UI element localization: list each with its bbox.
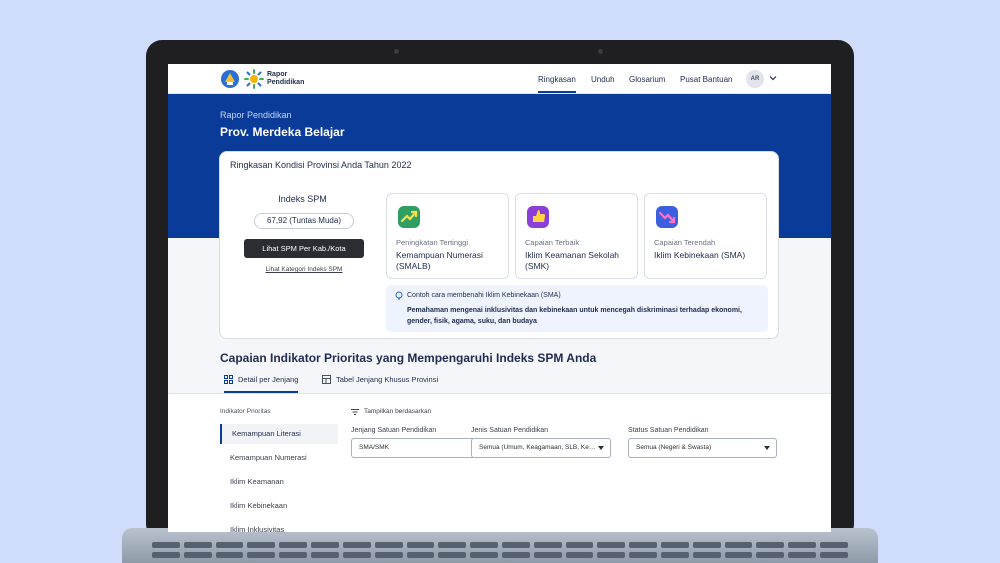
view-spm-per-city-button[interactable]: Lihat SPM Per Kab./Kota	[244, 239, 364, 258]
sidebar-item-kebinekaan[interactable]: Iklim Kebinekaan	[220, 496, 338, 516]
stat-value: Kemampuan Numerasi (SMALB)	[396, 250, 483, 271]
ministry-emblem-icon	[221, 70, 239, 88]
caret-down-icon	[598, 446, 604, 450]
sidebar-heading: Indikator Prioritas	[220, 408, 271, 415]
stat-label: Capaian Terendah	[654, 238, 716, 247]
tip-body: Pemahaman mengenai inklusivitas dan kebi…	[407, 307, 742, 325]
stat-label: Peningkatan Tertinggi	[396, 238, 468, 247]
page-title: Prov. Merdeka Belajar	[220, 125, 345, 139]
spm-label: Indeks SPM	[278, 194, 327, 204]
nav-pusat-bantuan[interactable]: Pusat Bantuan	[680, 75, 732, 84]
stat-card-best-achievement[interactable]: Capaian Terbaik Iklim Keamanan Sekolah (…	[515, 193, 638, 279]
lightbulb-icon	[395, 291, 403, 300]
sidebar-item-literasi[interactable]: Kemampuan Literasi	[220, 424, 338, 444]
sensor-dot	[598, 49, 603, 54]
summary-card: Ringkasan Kondisi Provinsi Anda Tahun 20…	[219, 151, 779, 339]
hero-subtitle: Rapor Pendidikan	[220, 110, 292, 120]
tab-label: Tabel Jenjang Khusus Provinsi	[336, 375, 439, 384]
chevron-down-icon[interactable]	[769, 74, 777, 82]
sidebar-item-inklusivitas[interactable]: Iklim Inklusivitas	[220, 520, 338, 532]
sensor-dot	[394, 49, 399, 54]
filter-heading-label: Tampilkan berdasarkan	[364, 408, 432, 415]
spm-category-link[interactable]: Lihat Kategori Indeks SPM	[220, 266, 388, 273]
select-value: Semua (Umum, Keagamaan, SLB, Kes…	[479, 444, 597, 451]
rapor-sun-logo-icon	[244, 69, 264, 89]
top-navbar: Rapor Pendidikan Ringkasan Unduh Glosari…	[168, 64, 831, 94]
stat-value: Iklim Kebinekaan (SMA)	[654, 250, 746, 260]
tab-tabel-jenjang[interactable]: Tabel Jenjang Khusus Provinsi	[322, 375, 438, 393]
select-value: SMA/SMK	[359, 444, 389, 451]
stat-value: Iklim Keamanan Sekolah (SMK)	[525, 250, 620, 271]
chart-up-icon	[398, 206, 420, 228]
stat-label: Capaian Terbaik	[525, 238, 580, 247]
app-screen: Rapor Pendidikan Ringkasan Unduh Glosari…	[168, 64, 831, 532]
laptop-keyboard	[122, 528, 878, 563]
stat-card-lowest-achievement[interactable]: Capaian Terendah Iklim Kebinekaan (SMA)	[644, 193, 767, 279]
nav-glosarium[interactable]: Glosarium	[629, 75, 665, 84]
caret-down-icon	[764, 446, 770, 450]
nav-ringkasan[interactable]: Ringkasan	[538, 75, 576, 93]
sidebar-item-numerasi[interactable]: Kemampuan Numerasi	[220, 448, 338, 468]
logo-text-line: Rapor	[267, 71, 288, 78]
user-avatar[interactable]: AR	[746, 70, 764, 88]
nav-unduh[interactable]: Unduh	[591, 75, 615, 84]
indicator-content: Indikator Prioritas Kemampuan Literasi K…	[168, 394, 831, 532]
chart-down-icon	[656, 206, 678, 228]
jenjang-select[interactable]: SMA/SMK	[351, 438, 491, 458]
status-label: Status Satuan Pendidikan	[628, 427, 709, 434]
sidebar-item-keamanan[interactable]: Iklim Keamanan	[220, 472, 338, 492]
thumbs-up-icon	[527, 206, 549, 228]
spm-value-badge: 67,92 (Tuntas Muda)	[254, 213, 354, 229]
section-title: Capaian Indikator Prioritas yang Mempeng…	[220, 351, 597, 365]
tab-label: Detail per Jenjang	[238, 375, 299, 384]
summary-title: Ringkasan Kondisi Provinsi Anda Tahun 20…	[230, 160, 412, 170]
tip-title: Contoh cara membenahi Iklim Kebinekaan (…	[407, 292, 561, 299]
jenis-select[interactable]: Semua (Umum, Keagamaan, SLB, Kes…	[471, 438, 611, 458]
logo-wordmark[interactable]: Rapor Pendidikan	[267, 71, 304, 87]
table-icon	[322, 375, 331, 384]
stat-card-highest-increase[interactable]: Peningkatan Tertinggi Kemampuan Numerasi…	[386, 193, 509, 279]
jenjang-label: Jenjang Satuan Pendidikan	[351, 427, 437, 434]
logo-text-line: Pendidikan	[267, 79, 305, 86]
filter-icon	[351, 408, 359, 415]
tab-detail-per-jenjang[interactable]: Detail per Jenjang	[224, 375, 299, 393]
grid-icon	[224, 375, 233, 384]
select-value: Semua (Negeri & Swasta)	[636, 444, 712, 451]
improvement-tip-box: Contoh cara membenahi Iklim Kebinekaan (…	[386, 285, 768, 332]
jenis-label: Jenis Satuan Pendidikan	[471, 427, 549, 434]
status-select[interactable]: Semua (Negeri & Swasta)	[628, 438, 777, 458]
filter-heading: Tampilkan berdasarkan	[351, 408, 431, 415]
